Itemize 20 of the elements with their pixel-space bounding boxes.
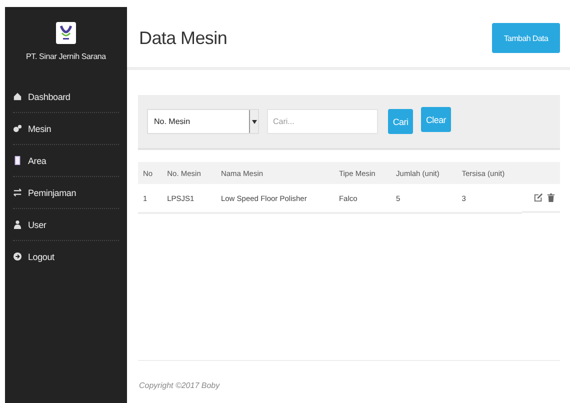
trash-icon[interactable] — [547, 193, 555, 202]
column-select[interactable]: No. Mesin — [147, 109, 259, 134]
sidebar-item[interactable]: Dashboard — [13, 81, 119, 113]
sidebar-item[interactable]: User — [13, 209, 119, 241]
edit-icon[interactable] — [534, 193, 543, 202]
sign-out-icon — [13, 252, 22, 261]
door-icon — [13, 156, 22, 165]
company-logo-icon — [56, 22, 76, 44]
sidebar-item[interactable]: Logout — [13, 241, 119, 272]
copyright-text: Copyright ©2017 Boby — [138, 380, 221, 392]
caret-icon — [249, 110, 258, 133]
search-field[interactable]: Cari... — [267, 109, 378, 134]
page-title: Data Mesin — [139, 28, 228, 48]
company-name: PT. Sinar Jernih Sarana — [25, 52, 107, 61]
sidebar-item[interactable]: Peminjaman — [13, 177, 119, 209]
sidebar-item[interactable]: Area — [13, 145, 119, 177]
home-icon — [13, 92, 22, 101]
person-icon — [13, 220, 22, 229]
swap-arrows-icon — [13, 188, 22, 197]
sidebar-item[interactable]: Mesin — [13, 113, 119, 145]
